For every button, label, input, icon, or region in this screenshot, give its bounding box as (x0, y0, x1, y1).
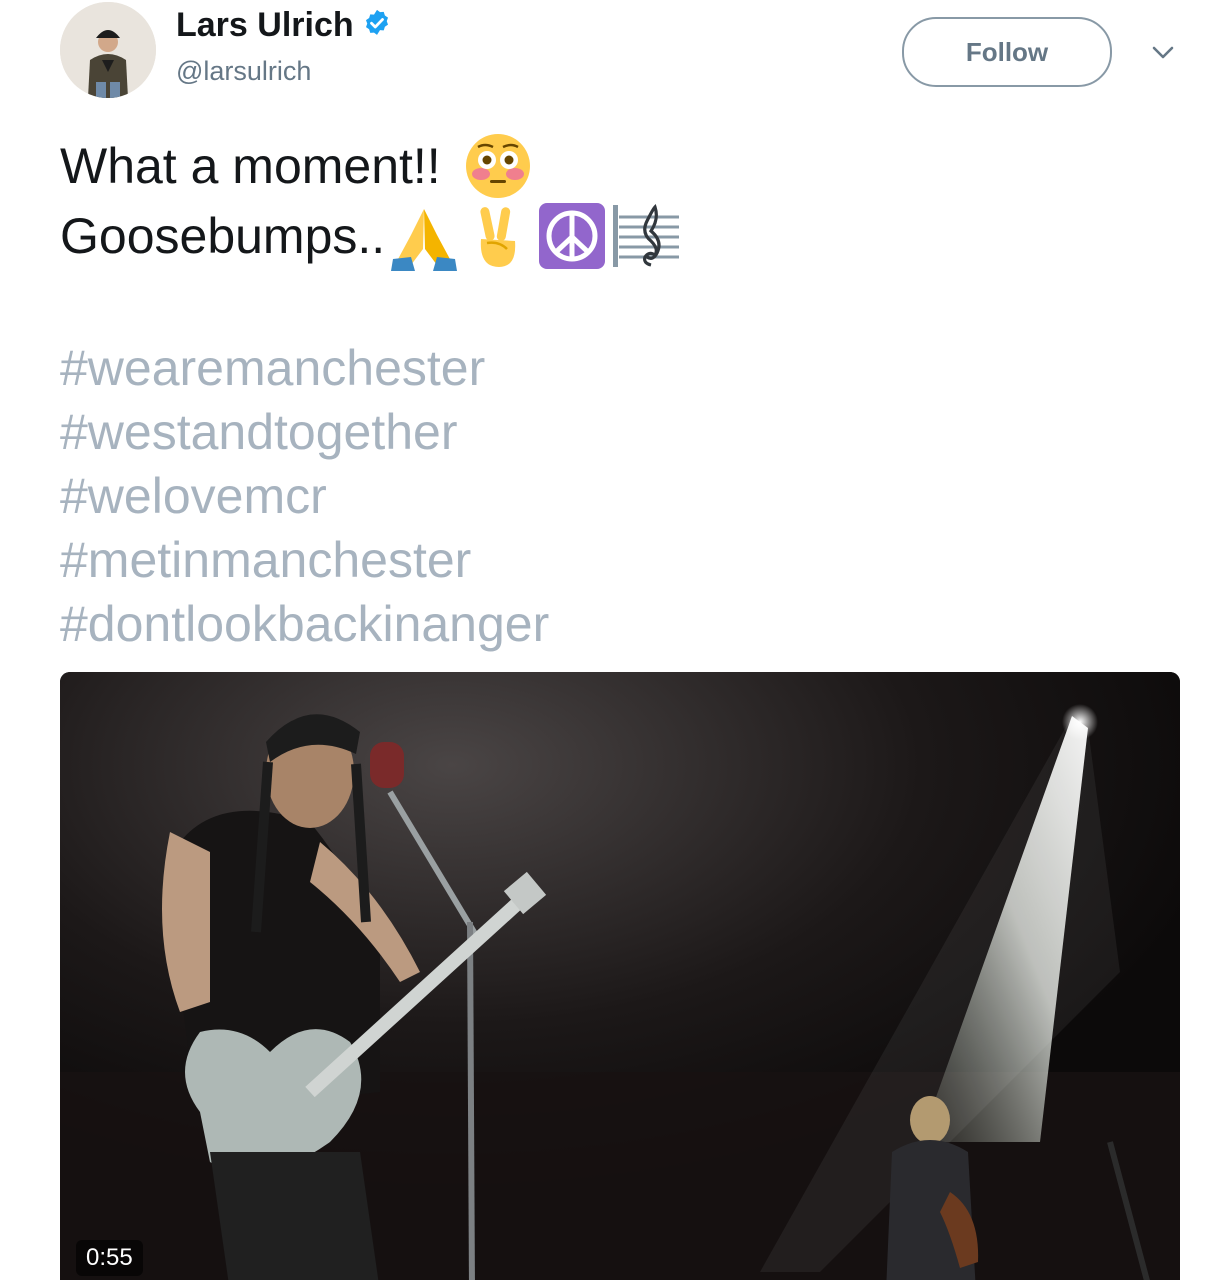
victory-hand-icon (463, 201, 533, 271)
tweet-text: Goosebumps.. (60, 208, 386, 264)
hashtag-link[interactable]: #welovemcr (60, 464, 549, 528)
video-duration-badge: 0:55 (76, 1240, 143, 1276)
user-avatar[interactable] (60, 2, 156, 98)
tweet-text-line-2: Goosebumps.. (60, 198, 681, 274)
musical-score-icon (611, 201, 681, 271)
video-frame (60, 672, 1180, 1280)
avatar-image (60, 2, 156, 98)
peace-symbol-icon (537, 201, 607, 271)
chevron-down-icon[interactable] (1148, 38, 1178, 68)
hashtag-link[interactable]: #westandtogether (60, 400, 549, 464)
hashtag-link[interactable]: #metinmanchester (60, 528, 549, 592)
follow-button[interactable]: Follow (902, 17, 1112, 87)
folded-hands-icon (389, 201, 459, 271)
user-handle[interactable]: @larsulrich (176, 56, 311, 87)
tweet-text: What a moment!! (60, 138, 441, 194)
tweet-text-line-1: What a moment!! (60, 128, 533, 204)
display-name[interactable]: Lars Ulrich (176, 6, 392, 45)
hashtag-link[interactable]: #wearemanchester (60, 336, 549, 400)
video-player[interactable]: 0:55 (60, 672, 1180, 1280)
hashtag-link[interactable]: #dontlookbackinanger (60, 592, 549, 656)
flushed-face-icon (463, 131, 533, 201)
tweet: Lars Ulrich @larsulrich Follow What a mo… (0, 0, 1228, 1280)
hashtag-list: #wearemanchester #westandtogether #welov… (60, 336, 549, 656)
display-name-text: Lars Ulrich (176, 6, 354, 44)
verified-badge-icon (365, 9, 388, 35)
